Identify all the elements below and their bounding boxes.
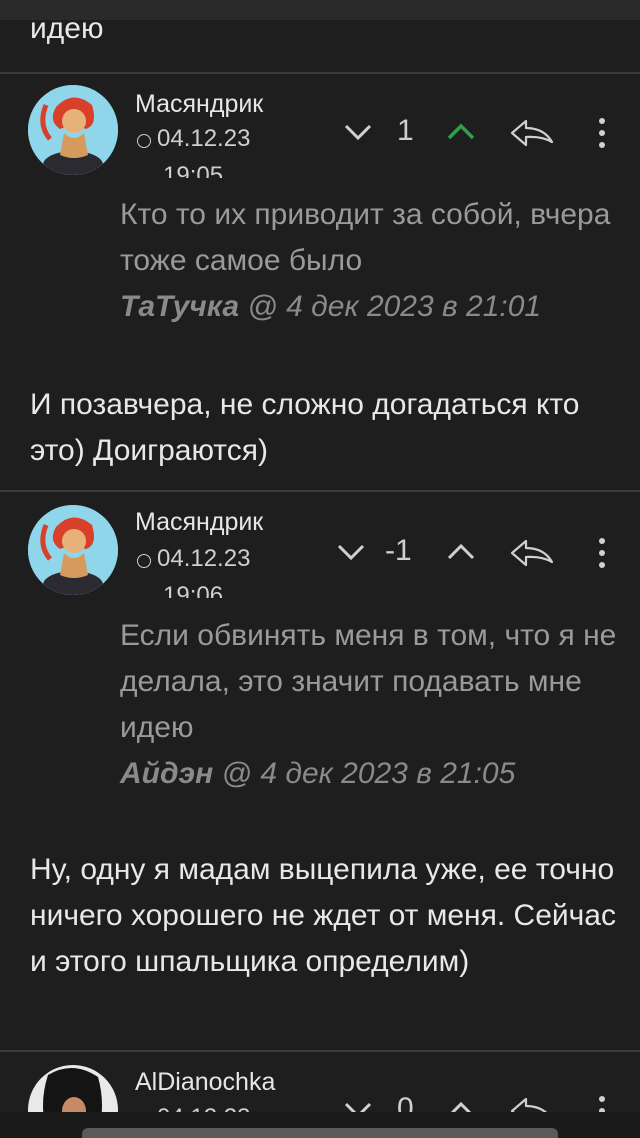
more-dots-icon (599, 1096, 605, 1112)
vote-down-button[interactable] (340, 1096, 376, 1112)
comment-date: 04.12.23 (137, 1104, 250, 1112)
vote-up-chevron-icon (450, 1101, 472, 1112)
home-indicator[interactable] (82, 1128, 558, 1138)
comment: AlDianochka 04.12.23 0 (0, 0, 640, 1112)
vote-score: 0 (397, 1092, 414, 1112)
reply-arrow-icon (510, 1097, 547, 1112)
comment-author[interactable]: AlDianochka (135, 1068, 275, 1097)
vote-down-chevron-icon (344, 1102, 372, 1112)
vote-up-button[interactable] (443, 1096, 479, 1112)
avatar[interactable] (28, 1065, 118, 1112)
more-options-button[interactable] (596, 1094, 608, 1112)
reply-button[interactable] (508, 1094, 556, 1112)
